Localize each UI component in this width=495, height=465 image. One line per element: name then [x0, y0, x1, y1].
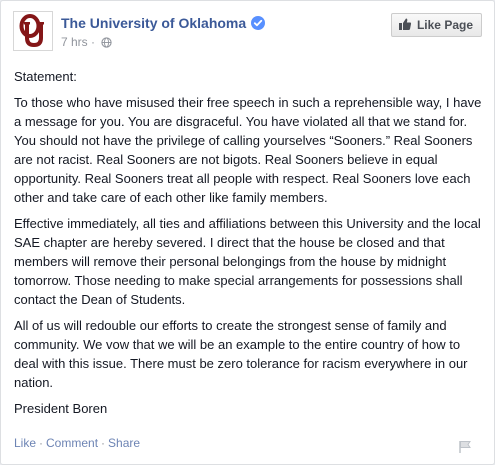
like-page-button[interactable]: Like Page [390, 13, 482, 37]
verified-badge-icon [251, 16, 266, 30]
post-paragraph: Effective immediately, all ties and affi… [14, 216, 481, 307]
action-separator: · [39, 436, 44, 450]
thumbs-up-icon [398, 17, 412, 34]
post-paragraph: Statement: [14, 69, 77, 84]
post-body: Statement: To those who have misused the… [14, 67, 488, 425]
post-signature: President Boren [14, 401, 108, 416]
share-link[interactable]: Share [108, 436, 140, 450]
post-paragraph: All of us will redouble our efforts to c… [14, 318, 468, 390]
globe-icon[interactable] [101, 37, 113, 51]
comment-link[interactable]: Comment [46, 436, 98, 450]
post-actions: Like · Comment · Share [14, 436, 480, 454]
meta-separator: · [91, 35, 96, 49]
ou-logo-icon[interactable] [13, 11, 53, 51]
like-page-label: Like Page [416, 18, 473, 32]
page-name-link[interactable]: The University of Oklahoma [61, 15, 266, 31]
flag-icon[interactable] [458, 440, 472, 457]
like-link[interactable]: Like [14, 436, 36, 450]
timestamp-link[interactable]: 7 hrs [61, 35, 88, 49]
page-name-text[interactable]: The University of Oklahoma [61, 15, 246, 31]
post-header: The University of Oklahoma 7 hrs · Like … [13, 11, 482, 55]
post-meta: 7 hrs · [61, 35, 113, 51]
post-card: The University of Oklahoma 7 hrs · Like … [0, 0, 495, 465]
action-separator: · [101, 436, 106, 450]
post-paragraph: To those who have misused their free spe… [14, 95, 482, 205]
